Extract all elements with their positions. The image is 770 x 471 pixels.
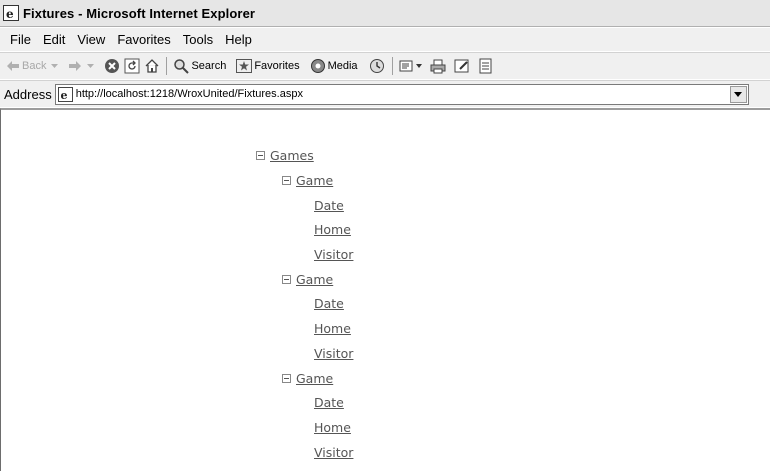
title-bar: e Fixtures - Microsoft Internet Explorer [0, 0, 770, 27]
favorites-button[interactable]: Favorites [234, 55, 301, 77]
forward-arrow-icon [68, 60, 82, 72]
tree-leaf-home: Home [314, 321, 351, 336]
back-button[interactable]: Back [4, 55, 60, 77]
home-button[interactable] [142, 55, 162, 77]
tree-leaf-home: Home [314, 222, 351, 237]
favorites-star-icon [236, 59, 253, 73]
edit-page-icon [454, 58, 470, 74]
search-button[interactable]: Search [171, 55, 228, 77]
collapse-toggle-icon[interactable] [282, 176, 291, 185]
address-input[interactable] [75, 88, 716, 100]
tree-node-root: Games [256, 148, 314, 163]
search-label: Search [191, 60, 227, 72]
stop-button[interactable] [102, 55, 122, 77]
menu-view[interactable]: View [71, 32, 111, 47]
favorites-label: Favorites [254, 60, 300, 72]
address-bar: Address e [0, 80, 770, 107]
tree-link-game[interactable]: Game [296, 272, 333, 287]
tree-link-visitor[interactable]: Visitor [314, 247, 353, 262]
media-icon [310, 58, 326, 74]
tree-link-visitor[interactable]: Visitor [314, 346, 353, 361]
address-dropdown-button[interactable] [729, 85, 747, 103]
tree-node-game: Game [282, 173, 333, 188]
standard-toolbar: Back Search Favorites Media [0, 52, 770, 79]
menu-tools[interactable]: Tools [177, 32, 219, 47]
menu-bar: File Edit View Favorites Tools Help [0, 28, 770, 51]
tree-link-date[interactable]: Date [314, 296, 344, 311]
search-icon [173, 58, 190, 74]
back-label: Back [22, 60, 47, 72]
browser-window: e Fixtures - Microsoft Internet Explorer… [0, 0, 770, 471]
refresh-button[interactable] [122, 55, 142, 77]
tree-leaf-visitor: Visitor [314, 346, 353, 361]
menu-favorites[interactable]: Favorites [111, 32, 176, 47]
tree-link-game[interactable]: Game [296, 173, 333, 188]
tree-link-home[interactable]: Home [314, 222, 351, 237]
refresh-icon [124, 58, 140, 74]
mail-icon [399, 58, 415, 74]
page-content: Games Game Date Home Visitor Game Date H… [0, 108, 770, 471]
chevron-down-icon [51, 63, 59, 69]
printer-icon [430, 58, 446, 74]
tree-leaf-date: Date [314, 296, 344, 311]
tree-leaf-home: Home [314, 420, 351, 435]
svg-text:e: e [6, 7, 14, 21]
mail-button[interactable] [397, 55, 424, 77]
menu-help[interactable]: Help [219, 32, 258, 47]
history-icon [368, 58, 386, 74]
tree-link-home[interactable]: Home [314, 420, 351, 435]
tree-link-visitor[interactable]: Visitor [314, 445, 353, 460]
discuss-page-icon [478, 58, 494, 74]
chevron-down-icon [734, 91, 743, 97]
media-button[interactable]: Media [308, 55, 360, 77]
menu-edit[interactable]: Edit [37, 32, 71, 47]
menu-file[interactable]: File [4, 32, 37, 47]
collapse-toggle-icon[interactable] [256, 151, 265, 160]
stop-icon [104, 58, 120, 74]
history-button[interactable] [366, 55, 388, 77]
tree-node-game: Game [282, 371, 333, 386]
forward-button[interactable] [66, 55, 96, 77]
tree-link-date[interactable]: Date [314, 395, 344, 410]
toolbar-separator [166, 57, 168, 75]
tree-link-games[interactable]: Games [270, 148, 314, 163]
tree-leaf-date: Date [314, 198, 344, 213]
svg-text:e: e [60, 89, 67, 102]
print-button[interactable] [428, 55, 448, 77]
address-label: Address [4, 86, 52, 102]
tree-leaf-visitor: Visitor [314, 247, 353, 262]
chevron-down-icon [415, 64, 422, 68]
chevron-down-icon [87, 63, 95, 69]
tree-leaf-date: Date [314, 395, 344, 410]
window-title: Fixtures - Microsoft Internet Explorer [23, 5, 256, 21]
tree-link-home[interactable]: Home [314, 321, 351, 336]
tree-node-game: Game [282, 272, 333, 287]
back-arrow-icon [6, 60, 20, 72]
ie-logo-icon: e [3, 5, 19, 21]
media-label: Media [327, 60, 358, 72]
home-icon [144, 58, 160, 74]
tree-link-date[interactable]: Date [314, 198, 344, 213]
discuss-button[interactable] [476, 55, 496, 77]
page-icon: e [57, 86, 73, 102]
collapse-toggle-icon[interactable] [282, 374, 291, 383]
address-field: e [54, 83, 749, 105]
tree-leaf-visitor: Visitor [314, 445, 353, 460]
collapse-toggle-icon[interactable] [282, 275, 291, 284]
tree-link-game[interactable]: Game [296, 371, 333, 386]
edit-button[interactable] [452, 55, 472, 77]
toolbar-separator [391, 57, 393, 75]
